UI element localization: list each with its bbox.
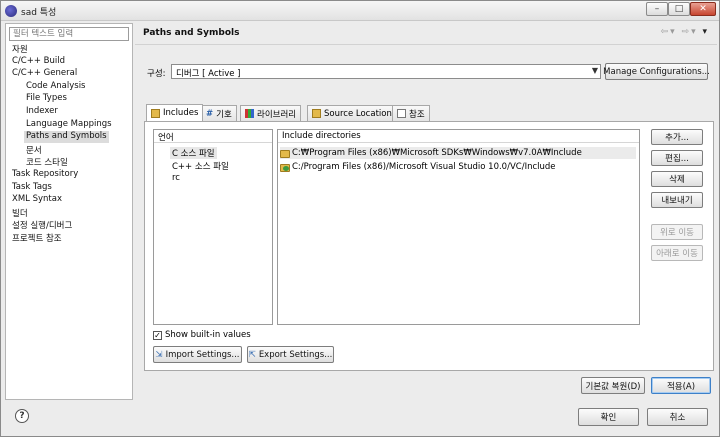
tree-item[interactable]: Code Analysis bbox=[26, 81, 85, 93]
tree-item[interactable]: 문서 bbox=[26, 144, 42, 156]
tree-item[interactable]: File Types bbox=[26, 93, 67, 105]
delete-button[interactable]: 삭제 bbox=[651, 171, 703, 187]
language-item-rc[interactable]: rc bbox=[170, 173, 182, 185]
tab-includes[interactable]: Includes bbox=[146, 104, 204, 121]
forward-arrow-icon[interactable]: ⇨▾ bbox=[682, 27, 698, 37]
tab-label: 기호 bbox=[216, 109, 232, 120]
title-bar[interactable]: sad 특성 – □ ✕ bbox=[1, 1, 719, 21]
ok-button[interactable]: 확인 bbox=[578, 408, 639, 426]
workspace-folder-icon bbox=[280, 163, 290, 172]
filter-input[interactable] bbox=[9, 27, 129, 41]
tab-symbols[interactable]: # 기호 bbox=[201, 105, 237, 121]
tree-item[interactable]: 프로젝트 참조 bbox=[12, 232, 62, 244]
properties-dialog: sad 특성 – □ ✕ 자원C/C++ BuildC/C++ GeneralC… bbox=[0, 0, 720, 437]
page-header: Paths and Symbols ⇦▾ ⇨▾ ▾ bbox=[135, 23, 715, 43]
tree-item[interactable]: 코드 스타일 bbox=[26, 156, 68, 168]
source-folder-icon bbox=[312, 109, 321, 118]
manage-configurations-button[interactable]: Manage Configurations... bbox=[603, 63, 710, 80]
tree-item[interactable]: C/C++ General bbox=[12, 68, 77, 80]
include-path: C:/Program Files (x86)/Microsoft Visual … bbox=[292, 162, 556, 172]
include-path: C:₩Program Files (x86)₩Microsoft SDKs₩Wi… bbox=[292, 148, 582, 158]
tree-item[interactable]: XML Syntax bbox=[12, 194, 62, 206]
import-icon: ⇲ bbox=[155, 349, 163, 360]
restore-defaults-button[interactable]: 기본값 복원(D) bbox=[581, 377, 645, 394]
move-up-button[interactable]: 위로 이동 bbox=[651, 224, 703, 240]
folder-icon bbox=[280, 149, 290, 158]
export-settings-button[interactable]: ⇱ Export Settings... bbox=[247, 346, 334, 363]
export-settings-label: Export Settings... bbox=[258, 349, 333, 360]
reference-icon bbox=[397, 109, 406, 118]
tree-item[interactable]: 자원 bbox=[12, 43, 28, 55]
maximize-button[interactable]: □ bbox=[668, 2, 690, 16]
tree-item[interactable]: Language Mappings bbox=[26, 119, 112, 131]
configuration-select[interactable]: 디버그 [ Active ] ▼ bbox=[171, 64, 601, 79]
add-button[interactable]: 추가... bbox=[651, 129, 703, 145]
tab-libraries[interactable]: 라이브러리 bbox=[240, 105, 302, 121]
language-item-c[interactable]: C 소스 파일 bbox=[170, 147, 217, 159]
back-arrow-icon[interactable]: ⇦▾ bbox=[661, 27, 677, 37]
include-directories-list[interactable]: Include directories C:₩Program Files (x8… bbox=[277, 129, 640, 325]
list-item[interactable]: C:₩Program Files (x86)₩Microsoft SDKs₩Wi… bbox=[280, 147, 636, 159]
configuration-value: 디버그 [ Active ] bbox=[176, 69, 241, 79]
edit-button[interactable]: 편집... bbox=[651, 150, 703, 166]
eclipse-icon bbox=[5, 5, 17, 17]
import-settings-label: Import Settings... bbox=[165, 349, 240, 360]
cancel-button[interactable]: 취소 bbox=[647, 408, 708, 426]
tree-item[interactable]: Indexer bbox=[26, 106, 58, 118]
close-button[interactable]: ✕ bbox=[690, 2, 716, 16]
import-settings-button[interactable]: ⇲ Import Settings... bbox=[153, 346, 242, 363]
tree-item[interactable]: Paths and Symbols bbox=[24, 131, 109, 144]
minimize-button[interactable]: – bbox=[646, 2, 668, 16]
help-icon[interactable]: ? bbox=[15, 409, 29, 423]
tab-label: Includes bbox=[163, 108, 199, 118]
tab-label: Source Location bbox=[324, 108, 392, 119]
tree-item[interactable]: Task Repository bbox=[12, 169, 78, 181]
header-divider bbox=[135, 44, 717, 45]
tree-item[interactable]: 설정 실행/디버그 bbox=[12, 219, 72, 231]
list-item[interactable]: C:/Program Files (x86)/Microsoft Visual … bbox=[280, 161, 636, 173]
tree-item[interactable]: Task Tags bbox=[12, 182, 52, 194]
apply-button[interactable]: 적용(A) bbox=[651, 377, 711, 394]
language-list[interactable]: 언어 C 소스 파일 C++ 소스 파일 rc bbox=[153, 129, 273, 325]
history-navigation[interactable]: ⇦▾ ⇨▾ ▾ bbox=[661, 27, 709, 37]
tab-source-location[interactable]: Source Location bbox=[307, 105, 397, 121]
show-builtin-label: Show built-in values bbox=[165, 330, 251, 340]
tab-label: 라이브러리 bbox=[257, 109, 297, 120]
hash-icon: # bbox=[206, 108, 214, 119]
page-title: Paths and Symbols bbox=[143, 28, 240, 38]
language-item-cpp[interactable]: C++ 소스 파일 bbox=[170, 160, 231, 172]
move-down-button[interactable]: 아래로 이동 bbox=[651, 245, 703, 261]
includes-icon bbox=[151, 108, 160, 118]
preference-tree: 자원C/C++ BuildC/C++ GeneralCode AnalysisF… bbox=[5, 23, 133, 400]
window-title: sad 특성 bbox=[21, 8, 57, 18]
view-menu-icon[interactable]: ▾ bbox=[702, 27, 709, 37]
library-icon bbox=[245, 109, 254, 118]
show-builtin-checkbox[interactable]: ✓ bbox=[153, 331, 162, 340]
tab-references[interactable]: 참조 bbox=[392, 105, 430, 121]
include-directories-header: Include directories bbox=[278, 130, 639, 143]
tree-item[interactable]: C/C++ Build bbox=[12, 56, 65, 68]
export-icon: ⇱ bbox=[248, 349, 256, 360]
tab-label: 참조 bbox=[409, 109, 425, 120]
chevron-down-icon: ▼ bbox=[591, 66, 598, 75]
language-list-header: 언어 bbox=[154, 130, 272, 143]
tree-item[interactable]: 빌더 bbox=[12, 207, 28, 219]
export-button[interactable]: 내보내기 bbox=[651, 192, 703, 208]
configuration-label: 구성: bbox=[147, 69, 166, 79]
